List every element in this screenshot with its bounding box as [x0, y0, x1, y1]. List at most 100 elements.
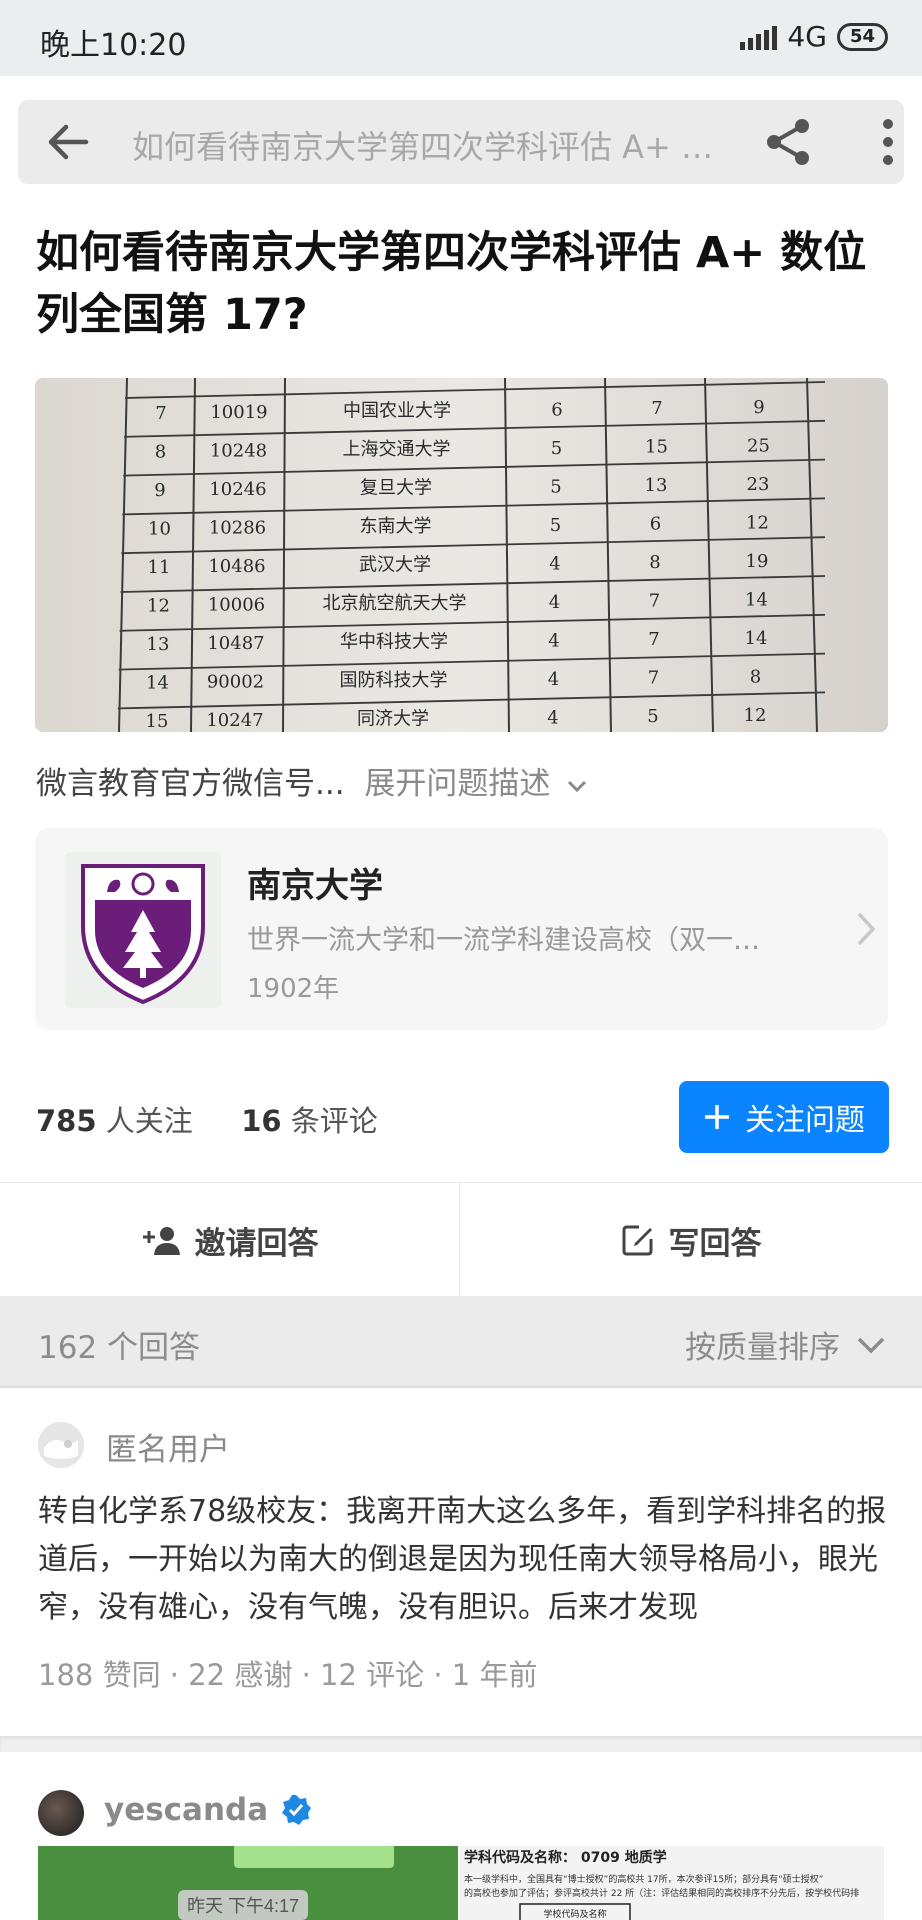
- table-cell: 6: [551, 399, 562, 420]
- author-block[interactable]: yescanda: [104, 1792, 312, 1828]
- table-cell: 10247: [206, 710, 263, 731]
- chevron-right-icon: [857, 912, 876, 946]
- table-cell: 13: [645, 475, 668, 496]
- table-cell: 5: [647, 706, 658, 727]
- answer-actions: 邀请回答 写回答: [0, 1182, 922, 1297]
- doc-table-header: 学校代码及名称: [543, 1908, 606, 1920]
- table-cell: 12: [746, 513, 769, 534]
- topbar-title[interactable]: 如何看待南京大学第四次学科评估 A+ 数位列全国第 17？: [132, 122, 722, 168]
- verified-badge-icon: [282, 1795, 312, 1825]
- description-text: 微言教育官方微信号...: [36, 766, 345, 802]
- table-cell: 10286: [209, 517, 266, 538]
- table-cell: 10487: [207, 633, 264, 654]
- invite-label: 邀请回答: [194, 1225, 319, 1262]
- table-cell: 7: [648, 668, 659, 689]
- network-type: 4G: [787, 20, 827, 53]
- status-indicators: 4G 54: [740, 20, 888, 53]
- invite-person-icon: [142, 1227, 180, 1255]
- table-cell: 7: [155, 403, 166, 424]
- status-time: 晚上10:20: [40, 28, 187, 63]
- table-cell: 90002: [207, 671, 264, 692]
- topic-description: 世界一流大学和一流学科建设高校（双一流）: [247, 925, 767, 956]
- table-cell: 10006: [208, 594, 265, 615]
- table-cell: 复旦大学: [360, 478, 432, 499]
- answers-count: 162 个回答: [38, 1330, 201, 1366]
- table-cell: 25: [747, 436, 770, 457]
- share-icon[interactable]: [762, 116, 814, 168]
- table-cell: 10246: [209, 479, 266, 500]
- question-title: 如何看待南京大学第四次学科评估 A+ 数位列全国第 17?: [36, 228, 867, 340]
- expand-label: 展开问题描述: [364, 766, 551, 802]
- table-cell: 13: [147, 634, 170, 655]
- table-cell: 12: [147, 596, 170, 617]
- doc-line-3: 的高校也参加了评估；参评高校共计 22 所（注：评估结果相同的高校排序不分先后，…: [464, 1887, 859, 1899]
- invite-answer-button[interactable]: 邀请回答: [0, 1183, 460, 1297]
- back-arrow-icon[interactable]: [44, 118, 92, 166]
- table-cell: 23: [747, 474, 770, 495]
- table-cell: 4: [549, 553, 560, 574]
- table-cell: 10248: [210, 440, 267, 461]
- table-cell: 4: [548, 630, 559, 651]
- table-cell: 9: [753, 397, 764, 418]
- follow-button-label: 关注问题: [745, 1103, 865, 1138]
- table-cell: 8: [750, 667, 761, 688]
- answer-image-right[interactable]: 学科代码及名称： 0709 地质学 本一级学科中，全国具有“博士授权”的高校共 …: [460, 1846, 884, 1920]
- table-cell: 7: [648, 629, 659, 650]
- table-cell: 15: [146, 711, 169, 732]
- table-cell: 5: [551, 438, 562, 459]
- write-label: 写回答: [668, 1225, 762, 1262]
- table-cell: 上海交通大学: [343, 439, 451, 460]
- doc-line-2: 本一级学科中，全国具有“博士授权”的高校共 17所，本次参评15所；部分具有“硕…: [464, 1873, 823, 1885]
- table-cell: 6: [650, 514, 661, 535]
- expand-description-link[interactable]: 展开问题描述: [364, 766, 588, 802]
- topic-year: 1902年: [247, 974, 340, 1004]
- table-cell: 国防科技大学: [340, 670, 448, 691]
- table-photo: 7 10019 中国农业大学 6 7 9 8 10248 上海交通大学 5 15 25 9 10246 复旦…: [35, 378, 888, 732]
- table-cell: 7: [651, 398, 662, 419]
- topic-name: 南京大学: [247, 866, 383, 906]
- write-answer-button[interactable]: 写回答: [461, 1183, 921, 1297]
- top-bar: 如何看待南京大学第四次学科评估 A+ 数位列全国第 17？: [18, 100, 904, 184]
- question-image[interactable]: 7 10019 中国农业大学 6 7 9 8 10248 上海交通大学 5 15 25 9 10246 复旦…: [35, 378, 888, 732]
- comments-link[interactable]: 条评论: [291, 1104, 378, 1138]
- topic-card[interactable]: 南京大学 世界一流大学和一流学科建设高校（双一流） 1902年: [35, 828, 888, 1030]
- sort-label: 按质量排序: [685, 1330, 840, 1366]
- table-cell: 同济大学: [357, 709, 429, 730]
- signal-icon: [740, 24, 778, 50]
- plus-icon: [705, 1105, 729, 1129]
- question-stats: 785 人关注 16 条评论: [36, 1098, 378, 1140]
- author-name[interactable]: 匿名用户: [106, 1424, 230, 1469]
- answer-card[interactable]: 匿名用户 转自化学系78级校友：我离开南大这么多年，看到学科排名的报道后，一开始…: [0, 1390, 922, 1736]
- table-cell: 8: [649, 552, 660, 573]
- table-cell: 9: [154, 480, 165, 501]
- table-cell: 4: [548, 669, 559, 690]
- table-cell: 14: [745, 590, 768, 611]
- answer-meta: 188 赞同 · 22 感谢 · 12 评论 · 1 年前: [38, 1658, 538, 1692]
- table-cell: 11: [148, 557, 171, 578]
- table-cell: 10019: [210, 402, 267, 423]
- table-cell: 中国农业大学: [343, 401, 451, 422]
- followers-count: 785: [36, 1104, 97, 1138]
- table-cell: 4: [547, 707, 558, 728]
- chat-timestamp: 昨天 下午4:17: [187, 1896, 299, 1916]
- table-cell: 10486: [208, 556, 265, 577]
- follow-question-button[interactable]: 关注问题: [679, 1081, 889, 1153]
- answer-image-left[interactable]: 昨天 下午4:17: [38, 1846, 458, 1920]
- answer-card[interactable]: yescanda 昨天 下午4:17 学科代码及名称： 0709 地质学 本一级…: [0, 1752, 922, 1920]
- edit-icon: [622, 1225, 652, 1256]
- author-name: yescanda: [104, 1792, 269, 1828]
- table-cell: 10: [148, 519, 171, 540]
- chevron-down-icon: [857, 1337, 885, 1353]
- table-cell: 东南大学: [360, 516, 432, 537]
- question-description: 微言教育官方微信号... 展开问题描述: [36, 758, 588, 803]
- doc-line-1: 学科代码及名称： 0709 地质学: [464, 1849, 667, 1866]
- table-cell: 武汉大学: [359, 555, 431, 576]
- table-cell: 14: [745, 628, 768, 649]
- answer-excerpt[interactable]: 转自化学系78级校友：我离开南大这么多年，看到学科排名的报道后，一开始以为南大的…: [38, 1488, 890, 1632]
- more-options-icon[interactable]: [860, 116, 916, 168]
- sort-dropdown[interactable]: 按质量排序: [685, 1322, 886, 1367]
- battery-icon: 54: [836, 22, 888, 51]
- author-avatar[interactable]: [38, 1790, 84, 1836]
- table-cell: 5: [550, 515, 561, 536]
- table-cell: 5: [550, 476, 561, 497]
